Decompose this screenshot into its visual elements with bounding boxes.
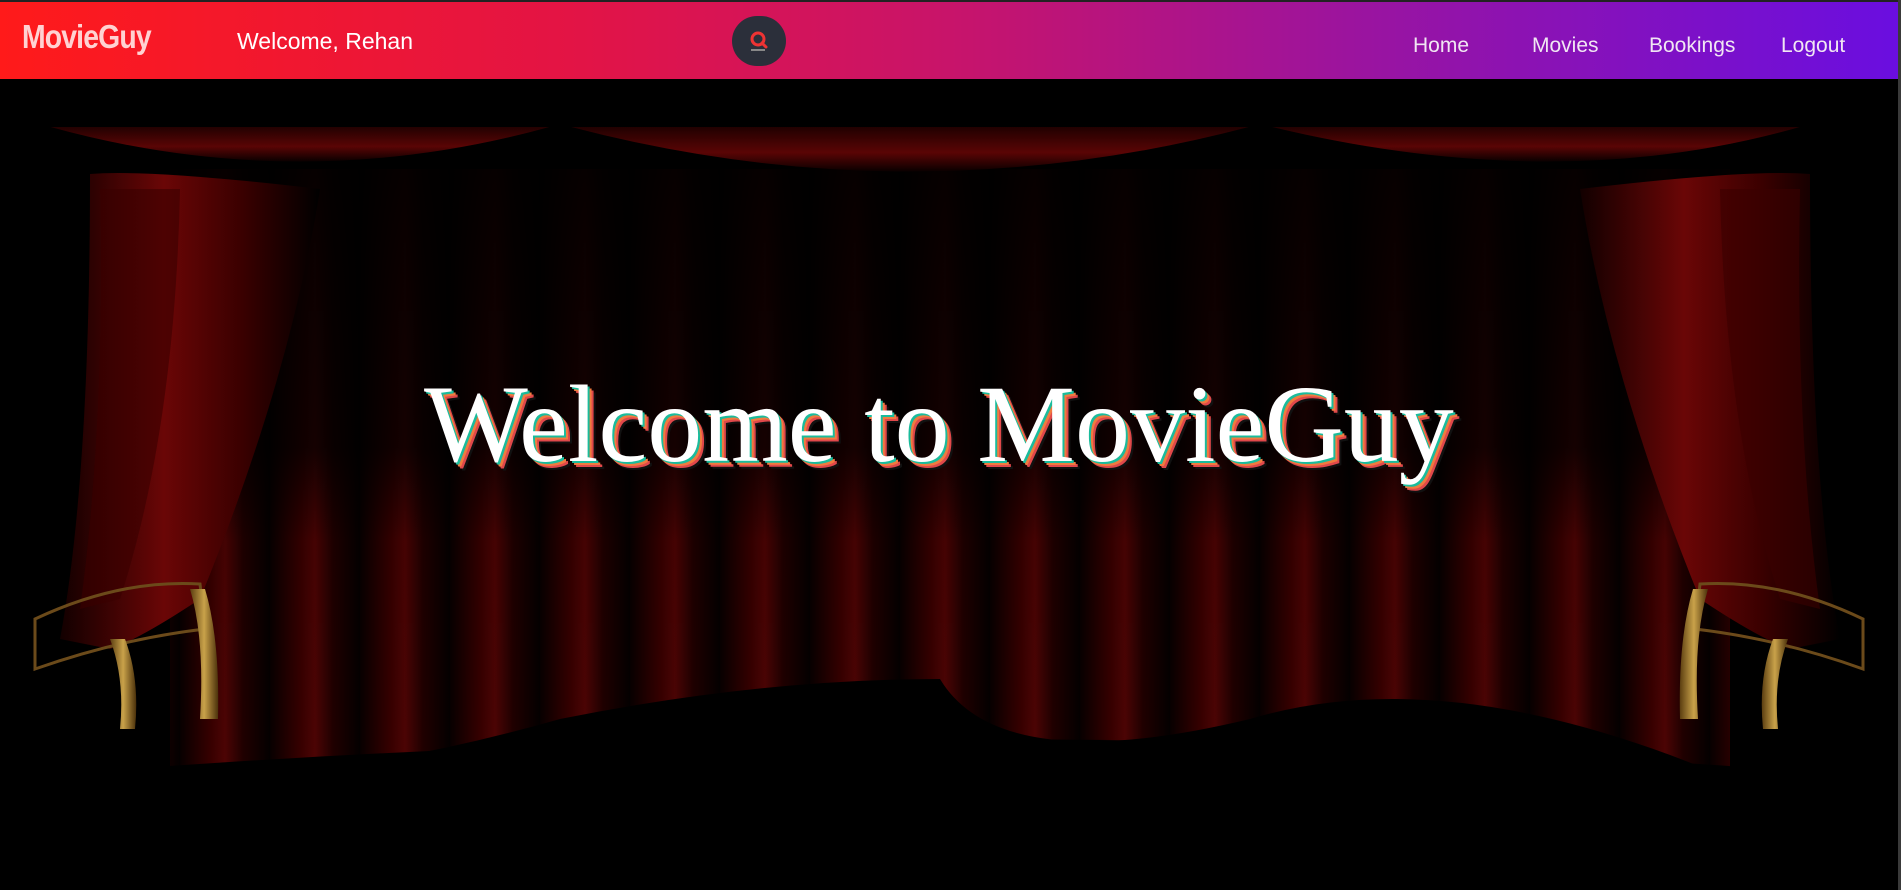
nav-logout-link[interactable]: Logout bbox=[1781, 35, 1845, 56]
search-button[interactable] bbox=[732, 16, 786, 66]
top-navbar: MovieGuy Welcome, Rehan Home Movies Book… bbox=[0, 0, 1898, 79]
brand-logo[interactable]: MovieGuy bbox=[22, 20, 152, 53]
hero-title-text: Welcome to MovieGuy bbox=[424, 363, 1454, 485]
welcome-user-text: Welcome, Rehan bbox=[237, 28, 413, 54]
nav-home-link[interactable]: Home bbox=[1413, 35, 1469, 56]
hero-curtain-background: Welcome to MovieGuy bbox=[0, 79, 1898, 890]
nav-movies-link[interactable]: Movies bbox=[1532, 35, 1599, 56]
search-icon bbox=[750, 31, 768, 51]
nav-bookings-link[interactable]: Bookings bbox=[1649, 35, 1735, 56]
